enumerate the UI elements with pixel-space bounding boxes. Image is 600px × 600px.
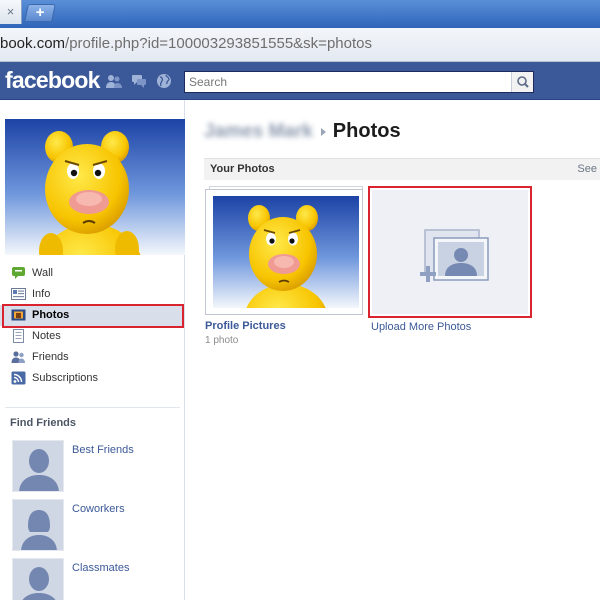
nav-label: Subscriptions xyxy=(32,372,99,384)
find-friends-coworkers-link[interactable]: Coworkers xyxy=(72,503,125,515)
classmates-silhouette[interactable] xyxy=(12,558,64,600)
plus-icon: + xyxy=(35,4,45,21)
url-path: /profile.php?id=100003293851555&sk=photo… xyxy=(65,35,372,52)
best-friends-silhouette[interactable] xyxy=(12,440,64,492)
see-all-link[interactable]: See xyxy=(577,163,597,175)
nav-label: Notes xyxy=(32,330,61,342)
person-silhouette-icon xyxy=(13,559,63,600)
nav-label: Info xyxy=(32,288,51,300)
photos-nav-highlight xyxy=(2,304,184,328)
wall-icon xyxy=(12,267,25,279)
page-title: Photos xyxy=(332,120,401,142)
upload-more-photos-tile[interactable] xyxy=(368,186,532,318)
search-button[interactable] xyxy=(511,72,533,92)
album-photo-count: 1 photo xyxy=(205,335,239,346)
url-text[interactable]: book.com/profile.php?id=100003293851555&… xyxy=(0,34,372,56)
nav-item-notes[interactable]: Notes xyxy=(0,326,185,347)
nav-item-info[interactable]: Info xyxy=(0,284,185,305)
facebook-logo[interactable]: facebook xyxy=(5,67,100,94)
coworkers-silhouette[interactable] xyxy=(12,499,64,551)
find-friends-best-friends-link[interactable]: Best Friends xyxy=(72,444,134,456)
profile-picture[interactable] xyxy=(5,119,185,255)
search-icon xyxy=(517,76,529,88)
album-title[interactable]: Profile Pictures xyxy=(205,320,286,332)
album-cover-frame xyxy=(205,189,363,315)
nav-item-subscriptions[interactable]: Subscriptions xyxy=(0,368,185,389)
breadcrumb: James Mark Photos xyxy=(204,120,401,146)
new-tab-button[interactable]: + xyxy=(24,4,56,22)
url-host: book.com xyxy=(0,35,66,52)
subscriptions-icon xyxy=(11,371,26,385)
tab-close-button[interactable]: × xyxy=(0,0,22,24)
facebook-header: facebook xyxy=(0,62,600,100)
person-silhouette-icon xyxy=(13,500,63,550)
search-box[interactable] xyxy=(184,71,534,93)
album-cover-photo[interactable] xyxy=(213,196,359,308)
nav-label: Wall xyxy=(32,267,53,279)
address-bar[interactable]: book.com/profile.php?id=100003293851555&… xyxy=(0,28,600,62)
find-friends-classmates-link[interactable]: Classmates xyxy=(72,562,129,574)
section-title: Your Photos xyxy=(210,163,275,175)
breadcrumb-arrow-icon xyxy=(320,127,326,136)
upload-more-photos-link[interactable]: Upload More Photos xyxy=(371,321,471,333)
messages-icon[interactable] xyxy=(131,73,147,89)
nav-item-wall[interactable]: Wall xyxy=(0,263,185,284)
upload-tile-inner xyxy=(372,190,528,314)
info-icon xyxy=(11,288,26,300)
your-photos-header: Your Photos See xyxy=(204,158,600,180)
profile-name-link[interactable]: James Mark xyxy=(204,121,313,143)
notifications-globe-icon[interactable] xyxy=(156,73,172,89)
nav-item-friends[interactable]: Friends xyxy=(0,347,185,368)
person-silhouette-icon xyxy=(13,441,63,491)
find-friends-heading: Find Friends xyxy=(10,417,76,429)
notes-icon xyxy=(13,329,24,343)
search-input[interactable] xyxy=(185,72,510,92)
left-sidebar: Wall Info Photos Notes Friends Subscript… xyxy=(0,100,185,600)
friends-icon xyxy=(11,351,25,363)
nav-label: Friends xyxy=(32,351,69,363)
sidebar-divider xyxy=(5,407,180,408)
browser-tabstrip: × + xyxy=(0,0,600,28)
friend-requests-icon[interactable] xyxy=(106,73,122,89)
add-photo-icon xyxy=(420,229,489,282)
profile-pictures-album[interactable] xyxy=(205,186,363,315)
